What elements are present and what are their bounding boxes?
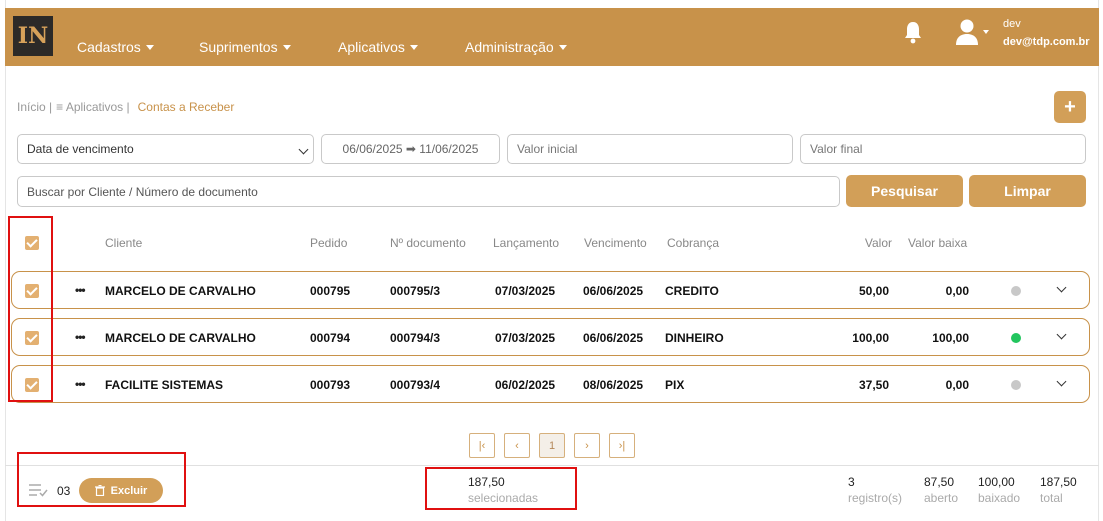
status-dot <box>1011 333 1021 343</box>
caret-down-icon <box>282 44 291 50</box>
bell-icon[interactable] <box>903 20 923 44</box>
date-type-select[interactable]: Data de vencimento <box>17 134 314 164</box>
total-value: 187,50 <box>1040 475 1077 489</box>
cell-cobranca: PIX <box>665 378 685 392</box>
nav-label: Cadastros <box>77 39 141 55</box>
table-row[interactable]: ••• MARCELO DE CARVALHO 000795 000795/3 … <box>11 271 1090 309</box>
nav-administracao[interactable]: Administração <box>465 39 567 55</box>
cell-documento: 000795/3 <box>390 284 441 298</box>
expand-chevron-icon[interactable] <box>1056 282 1067 293</box>
user-avatar-icon <box>956 19 989 45</box>
pagination-current-page[interactable]: 1 <box>539 433 565 458</box>
date-range-value: 06/06/2025 ➡ 11/06/2025 <box>342 142 479 156</box>
cell-valor: 50,00 <box>858 284 889 298</box>
pagination-first-button[interactable]: |‹ <box>469 433 495 458</box>
cell-cliente: MARCELO DE CARVALHO <box>105 331 256 345</box>
top-navbar: IN Cadastros Suprimentos Aplicativos Adm… <box>5 8 1099 66</box>
cell-cliente: FACILITE SISTEMAS <box>105 378 224 392</box>
cell-pedido: 000793 <box>310 378 351 392</box>
highlight-selection-actions <box>17 452 186 507</box>
user-email: dev@tdp.com.br <box>1003 36 1090 48</box>
valor-inicial-placeholder: Valor inicial <box>517 142 578 156</box>
caret-down-icon <box>558 44 567 50</box>
date-type-value: Data de vencimento <box>27 142 134 156</box>
row-menu-icon[interactable]: ••• <box>75 330 86 344</box>
plus-icon: + <box>1064 95 1076 118</box>
table-row[interactable]: ••• MARCELO DE CARVALHO 000794 000794/3 … <box>11 318 1090 356</box>
nav-label: Suprimentos <box>199 39 278 55</box>
chevron-down-icon <box>298 144 309 155</box>
caret-down-icon <box>409 44 418 50</box>
user-name: dev <box>1003 18 1021 30</box>
clear-button[interactable]: Limpar <box>969 175 1086 207</box>
cell-valor-baixa: 100,00 <box>932 331 969 345</box>
nav-label: Administração <box>465 39 554 55</box>
cell-lancamento: 07/03/2025 <box>495 284 556 298</box>
breadcrumb-home[interactable]: Início | <box>17 100 52 114</box>
registros-label: registro(s) <box>848 491 903 505</box>
row-menu-icon[interactable]: ••• <box>75 377 86 391</box>
cell-cliente: MARCELO DE CARVALHO <box>105 284 256 298</box>
cell-vencimento: 08/06/2025 <box>583 378 644 392</box>
valor-final-placeholder: Valor final <box>810 142 863 156</box>
status-dot <box>1011 380 1021 390</box>
cell-pedido: 000795 <box>310 284 351 298</box>
header-lancamento[interactable]: Lançamento <box>493 236 559 250</box>
row-menu-icon[interactable]: ••• <box>75 283 86 297</box>
pagination-prev-button[interactable]: ‹ <box>504 433 530 458</box>
header-cliente[interactable]: Cliente <box>105 236 142 250</box>
valor-inicial-input[interactable]: Valor inicial <box>507 134 793 164</box>
search-button[interactable]: Pesquisar <box>846 175 963 207</box>
cell-cobranca: DINHEIRO <box>665 331 724 345</box>
expand-chevron-icon[interactable] <box>1056 329 1067 340</box>
breadcrumb-apps[interactable]: ≡ Aplicativos | <box>56 100 129 114</box>
breadcrumb-current: Contas a Receber <box>137 100 235 114</box>
cell-valor-baixa: 0,00 <box>945 378 969 392</box>
header-valor-baixa[interactable]: Valor baixa <box>908 236 967 250</box>
user-menu[interactable] <box>955 18 989 46</box>
logo-text: IN <box>17 23 49 49</box>
baixado-value: 100,00 <box>978 475 1015 489</box>
nav-suprimentos[interactable]: Suprimentos <box>199 39 291 55</box>
cell-lancamento: 07/03/2025 <box>495 331 556 345</box>
date-range-picker[interactable]: 06/06/2025 ➡ 11/06/2025 <box>321 134 500 164</box>
brand-logo[interactable]: IN <box>13 16 53 56</box>
registros-value: 3 <box>848 475 855 489</box>
highlight-checkboxes <box>8 216 53 402</box>
baixado-label: baixado <box>978 491 1021 505</box>
total-label: total <box>1040 491 1063 505</box>
search-placeholder: Buscar por Cliente / Número de documento <box>27 184 258 199</box>
header-pedido[interactable]: Pedido <box>310 236 347 250</box>
aberto-value: 87,50 <box>924 475 955 489</box>
cell-documento: 000794/3 <box>390 331 441 345</box>
nav-label: Aplicativos <box>338 39 405 55</box>
cell-valor: 100,00 <box>852 331 889 345</box>
header-documento[interactable]: Nº documento <box>390 236 466 250</box>
status-dot <box>1011 286 1021 296</box>
cell-vencimento: 06/06/2025 <box>583 331 644 345</box>
add-button[interactable]: + <box>1054 91 1086 123</box>
header-vencimento[interactable]: Vencimento <box>584 236 647 250</box>
cell-vencimento: 06/06/2025 <box>583 284 644 298</box>
table-row[interactable]: ••• FACILITE SISTEMAS 000793 000793/4 06… <box>11 365 1090 403</box>
highlight-selected-total <box>425 467 577 510</box>
valor-final-input[interactable]: Valor final <box>800 134 1086 164</box>
header-valor[interactable]: Valor <box>840 236 892 250</box>
cell-valor: 37,50 <box>858 378 889 392</box>
pagination-next-button[interactable]: › <box>574 433 600 458</box>
cell-pedido: 000794 <box>310 331 351 345</box>
cell-cobranca: CREDITO <box>665 284 719 298</box>
nav-cadastros[interactable]: Cadastros <box>77 39 154 55</box>
pagination-last-button[interactable]: ›| <box>609 433 635 458</box>
aberto-label: aberto <box>924 491 959 505</box>
breadcrumb: Início | ≡ Aplicativos | Contas a Recebe… <box>17 100 234 114</box>
header-cobranca[interactable]: Cobrança <box>667 236 719 250</box>
cell-documento: 000793/4 <box>390 378 441 392</box>
cell-valor-baixa: 0,00 <box>945 284 969 298</box>
cell-lancamento: 06/02/2025 <box>495 378 556 392</box>
nav-aplicativos[interactable]: Aplicativos <box>338 39 418 55</box>
expand-chevron-icon[interactable] <box>1056 376 1067 387</box>
search-input[interactable]: Buscar por Cliente / Número de documento <box>17 176 840 207</box>
caret-down-icon <box>145 44 154 50</box>
